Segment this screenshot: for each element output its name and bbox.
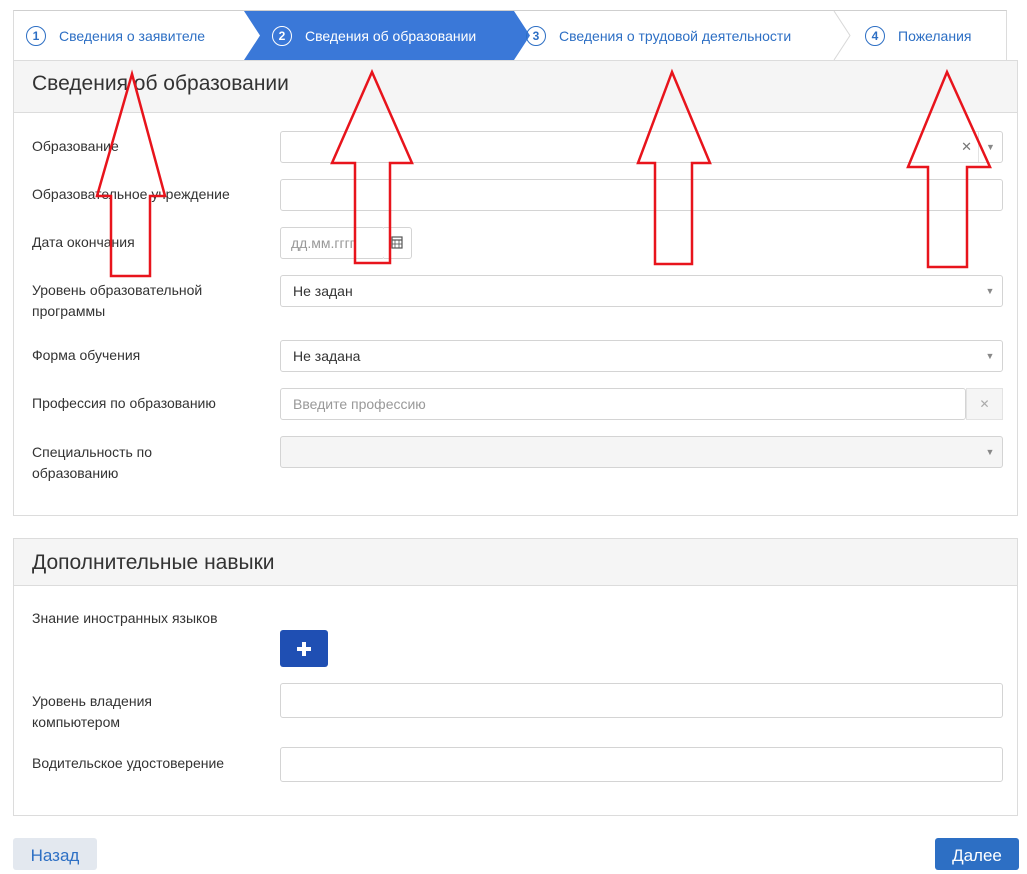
step-number: 3 — [526, 25, 546, 46]
step-divider — [833, 11, 851, 60]
close-icon[interactable]: ✕ — [966, 388, 1003, 420]
profession-placeholder: Введите профессию — [293, 396, 426, 412]
computer-skill-label: Уровень владения компьютером — [32, 693, 152, 730]
step-education-info[interactable]: 2 Сведения об образовании — [272, 11, 476, 60]
education-panel-title: Сведения об образовании — [14, 61, 1017, 113]
calendar-icon — [391, 236, 403, 249]
step-label: Пожелания — [898, 27, 972, 44]
education-label: Образование — [32, 138, 119, 154]
languages-label: Знание иностранных языков — [32, 610, 218, 626]
step-label: Сведения об образовании — [305, 27, 477, 44]
step-work-info[interactable]: 3 Сведения о трудовой деятельности — [526, 11, 791, 60]
step-number: 1 — [26, 25, 46, 46]
step-number: 4 — [865, 25, 885, 46]
study-form-select[interactable]: Не задана ▼ — [280, 340, 1003, 372]
profession-label: Профессия по образованию — [32, 395, 216, 411]
end-date-label: Дата окончания — [32, 234, 135, 250]
end-date-placeholder: дд.мм.гггг — [291, 235, 355, 251]
add-language-button[interactable] — [280, 630, 328, 667]
calendar-button[interactable] — [384, 227, 412, 259]
step-wishes[interactable]: 4 Пожелания — [865, 11, 971, 60]
end-date-field[interactable]: дд.мм.гггг — [280, 227, 385, 259]
skills-panel: Дополнительные навыки Знание иностранных… — [13, 538, 1018, 816]
step-applicant-info[interactable]: 1 Сведения о заявителе — [26, 11, 205, 60]
next-button[interactable]: Далее — [935, 838, 1019, 870]
step-label: Сведения о трудовой деятельности — [559, 27, 792, 44]
study-form-label: Форма обучения — [32, 347, 141, 363]
specialty-label: Специальность по образованию — [32, 444, 153, 481]
institution-label: Образовательное учреждение — [32, 186, 230, 202]
driver-license-label: Водительское удостоверение — [32, 755, 225, 771]
back-button[interactable]: Назад — [13, 838, 97, 870]
profession-field[interactable]: Введите профессию — [280, 388, 966, 420]
education-select[interactable]: ✕ ▼ — [280, 131, 1003, 163]
computer-skill-field[interactable] — [280, 683, 1003, 718]
wizard-steps: 1 Сведения о заявителе 2 Сведения об обр… — [13, 10, 1007, 60]
skills-panel-title: Дополнительные навыки — [14, 539, 1017, 586]
specialty-select[interactable]: ▼ — [280, 436, 1003, 468]
study-form-value: Не задана — [293, 348, 361, 364]
step-label: Сведения о заявителе — [59, 27, 206, 44]
institution-field[interactable] — [280, 179, 1003, 211]
education-panel: Сведения об образовании Образование ✕ ▼ … — [13, 60, 1018, 516]
chevron-down-icon[interactable]: ▼ — [978, 276, 1002, 306]
program-level-select[interactable]: Не задан ▼ — [280, 275, 1003, 307]
chevron-down-icon[interactable]: ▼ — [978, 132, 1002, 162]
driver-license-field[interactable] — [280, 747, 1003, 782]
program-level-value: Не задан — [293, 283, 353, 299]
chevron-down-icon[interactable]: ▼ — [978, 341, 1002, 371]
program-level-label: Уровень образовательной программы — [32, 282, 203, 319]
close-icon[interactable]: ✕ — [961, 132, 972, 162]
step-number: 2 — [272, 25, 292, 46]
chevron-down-icon[interactable]: ▼ — [978, 437, 1002, 467]
